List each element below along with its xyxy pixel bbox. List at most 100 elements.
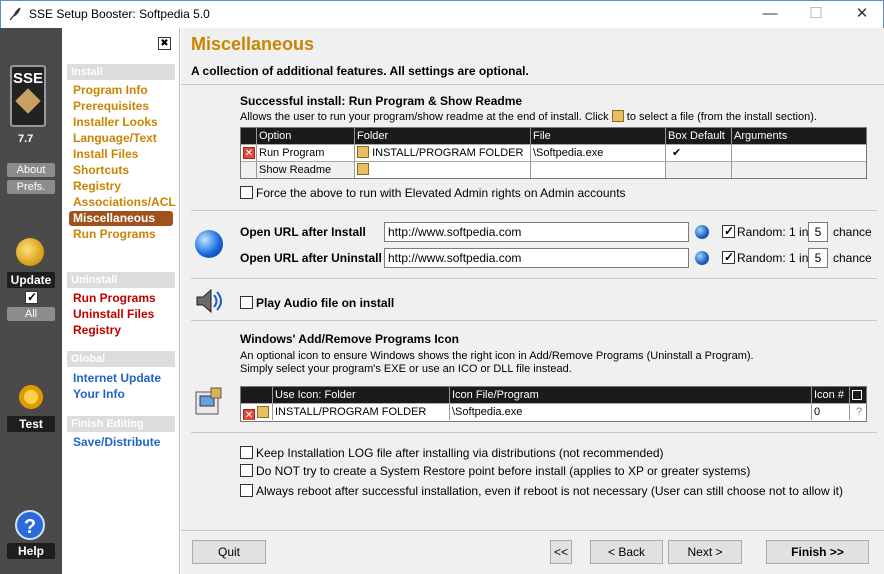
install-chance-label: chance (833, 225, 872, 239)
help-question-icon[interactable]: ? (850, 404, 866, 420)
version-label: 7.7 (18, 133, 34, 145)
col-option: Option (257, 128, 355, 144)
table-row[interactable]: ✕ Run Program INSTALL/PROGRAM FOLDER \So… (241, 144, 866, 161)
elevated-admin-label: Force the above to run with Elevated Adm… (256, 186, 626, 200)
col-arguments: Arguments (734, 130, 788, 142)
always-reboot-label: Always reboot after successful installat… (256, 484, 843, 498)
sse-logo: SSE (10, 65, 46, 127)
uninstall-random-input[interactable]: 5 (808, 248, 828, 268)
update-all-checkbox[interactable] (25, 290, 38, 304)
install-url-input[interactable]: http://www.softpedia.com (384, 222, 689, 242)
uninstall-url-input[interactable]: http://www.softpedia.com (384, 248, 689, 268)
browse-url-icon[interactable] (695, 225, 709, 239)
play-audio-label: Play Audio file on install (256, 296, 395, 310)
nav-miscellaneous[interactable]: Miscellaneous (69, 211, 173, 226)
box-icon (15, 88, 41, 114)
nav-shortcuts[interactable]: Shortcuts (73, 163, 129, 177)
back-button[interactable]: < Back (590, 540, 663, 564)
nav-uninstall-registry[interactable]: Registry (73, 323, 121, 337)
nav-header-install: Install (67, 64, 175, 80)
page-title: Miscellaneous (191, 34, 315, 54)
keep-log-label: Keep Installation LOG file after install… (256, 446, 664, 460)
close-button[interactable]: ✕ (839, 1, 884, 29)
folder-picker-icon[interactable] (357, 163, 369, 175)
run-grid-header: Option Folder File Box Default Arguments (241, 128, 866, 144)
update-button[interactable]: Update (7, 272, 55, 288)
uninstall-random-label: Random: 1 in (737, 251, 809, 265)
close-panel-icon[interactable]: ✖ (158, 37, 171, 50)
speaker-icon (196, 288, 222, 314)
col-info-icon (850, 387, 866, 403)
update-icon[interactable] (16, 238, 44, 266)
install-random-label: Random: 1 in (737, 225, 809, 239)
nav-install-files[interactable]: Install Files (73, 147, 138, 161)
install-random-checkbox[interactable] (722, 224, 735, 238)
nav-header-finish: Finish Editing (67, 416, 175, 432)
nav-associations-acl[interactable]: Associations/ACL (73, 195, 176, 209)
run-section-heading: Successful install: Run Program & Show R… (240, 94, 523, 108)
nav-uninstall-files[interactable]: Uninstall Files (73, 307, 154, 321)
keep-log-checkbox[interactable] (240, 446, 253, 459)
about-button[interactable]: About (7, 163, 55, 177)
window-title: SSE Setup Booster: Softpedia 5.0 (29, 7, 210, 21)
delete-icon[interactable]: ✕ (243, 147, 255, 159)
main-panel: Miscellaneous A collection of additional… (181, 28, 884, 574)
app-feather-icon (9, 7, 21, 21)
nav-your-info[interactable]: Your Info (73, 387, 125, 401)
finish-button[interactable]: Finish >> (766, 540, 869, 564)
col-folder: Folder (355, 128, 531, 144)
nav-uninstall-run-programs[interactable]: Run Programs (73, 291, 156, 305)
icon-section-heading: Windows' Add/Remove Programs Icon (240, 332, 459, 346)
col-file: File (531, 128, 666, 144)
uninstall-chance-label: chance (833, 251, 872, 265)
play-audio-checkbox[interactable] (240, 296, 253, 309)
nav-save-distribute[interactable]: Save/Distribute (73, 435, 160, 449)
always-reboot-checkbox[interactable] (240, 484, 253, 497)
next-button[interactable]: Next > (668, 540, 742, 564)
nav-prerequisites[interactable]: Prerequisites (73, 99, 149, 113)
nav-language-text[interactable]: Language/Text (73, 131, 157, 145)
icon-grid-header: Use Icon: Folder Icon File/Program Icon … (241, 387, 866, 403)
no-restore-point-checkbox[interactable] (240, 464, 253, 477)
maximize-button[interactable]: ☐ (793, 1, 839, 29)
first-page-button[interactable]: << (550, 540, 572, 564)
uninstall-random-checkbox[interactable] (722, 250, 735, 264)
elevated-admin-checkbox[interactable] (240, 186, 253, 199)
add-remove-programs-icon (195, 387, 222, 415)
nav-header-global: Global (67, 351, 175, 367)
title-bar: SSE Setup Booster: Softpedia 5.0 — ☐ ✕ (0, 0, 884, 28)
col-box-default: Box Default (666, 128, 732, 144)
nav-installer-looks[interactable]: Installer Looks (73, 115, 158, 129)
nav-panel: ✖ Install Program Info Prerequisites Ins… (62, 28, 180, 574)
help-button[interactable]: Help (7, 543, 55, 559)
gear-icon[interactable] (17, 383, 45, 411)
folder-picker-icon[interactable] (257, 406, 269, 418)
box-default-check[interactable]: ✔ (666, 145, 732, 161)
folder-picker-icon (611, 110, 624, 122)
nav-registry[interactable]: Registry (73, 179, 121, 193)
install-random-input[interactable]: 5 (808, 222, 828, 242)
help-icon[interactable]: ? (15, 510, 45, 540)
icon-section-desc2: Simply select your program's EXE or use … (240, 363, 572, 375)
delete-icon[interactable]: ✕ (243, 409, 255, 420)
quit-button[interactable]: Quit (192, 540, 266, 564)
all-button[interactable]: All (7, 307, 55, 321)
nav-program-info[interactable]: Program Info (73, 83, 148, 97)
table-row[interactable]: ✕ INSTALL/PROGRAM FOLDER \Softpedia.exe … (241, 403, 866, 420)
browse-url-icon[interactable] (695, 251, 709, 265)
folder-picker-icon[interactable] (357, 146, 369, 158)
icon-strip: SSE 7.7 About Prefs. Update All Test ? H… (0, 28, 62, 574)
nav-header-uninstall: Uninstall (67, 272, 175, 288)
prefs-button[interactable]: Prefs. (7, 180, 55, 194)
nav-run-programs[interactable]: Run Programs (73, 227, 156, 241)
uninstall-url-label: Open URL after Uninstall (240, 251, 382, 265)
run-grid: Option Folder File Box Default Arguments… (240, 127, 867, 179)
col-use-icon-folder: Use Icon: Folder (273, 387, 450, 403)
nav-internet-update[interactable]: Internet Update (73, 371, 161, 385)
test-button[interactable]: Test (7, 416, 55, 432)
minimize-button[interactable]: — (747, 1, 793, 29)
table-row[interactable]: Show Readme (241, 161, 866, 178)
no-restore-point-label: Do NOT try to create a System Restore po… (256, 464, 751, 478)
install-url-label: Open URL after Install (240, 225, 366, 239)
page-subtitle: A collection of additional features. All… (191, 64, 529, 78)
